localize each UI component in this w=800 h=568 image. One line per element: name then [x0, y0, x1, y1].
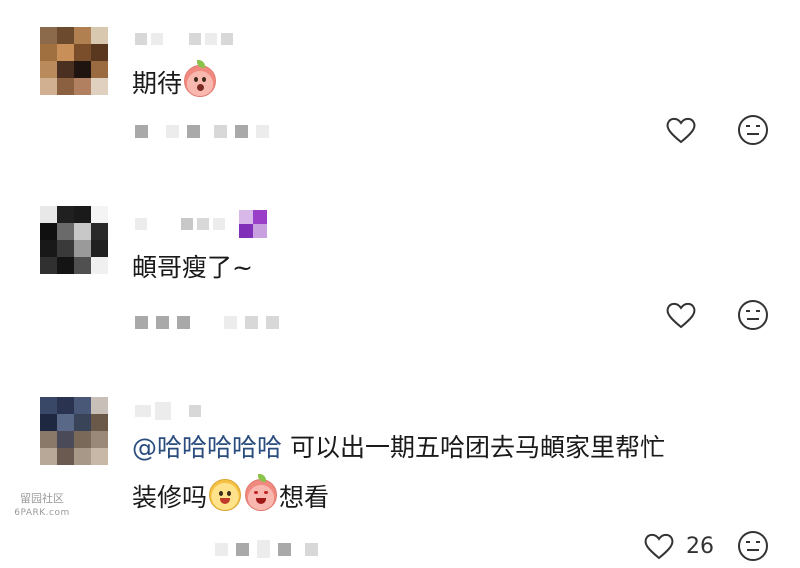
watermark: 留园社区 6PARK.com — [8, 492, 76, 520]
comment-actions: 26 — [642, 526, 770, 566]
comment-meta-pixelated — [135, 540, 318, 558]
comment-text-line2-a: 装修吗 — [132, 483, 208, 512]
yellow-monkey-emoji — [209, 479, 242, 511]
neutral-face-icon[interactable] — [736, 298, 770, 332]
comment-text: 期待 — [132, 60, 218, 104]
comment-text-content: 期待 — [132, 69, 183, 98]
badge-pixelated — [239, 210, 267, 238]
avatar[interactable] — [40, 27, 108, 95]
comment-meta-pixelated — [135, 122, 269, 140]
heart-outline-icon[interactable] — [664, 113, 698, 147]
heart-outline-icon[interactable] — [642, 529, 676, 563]
comment-actions — [664, 295, 770, 335]
comment-text: 装修吗 想看 — [132, 474, 330, 518]
heart-outline-icon[interactable] — [664, 298, 698, 332]
comment-text-line1: 可以出一期五哈团去马頔家里帮忙 — [282, 433, 665, 462]
comment-item: @哈哈哈哈哈 可以出一期五哈团去马頔家里帮忙 装修吗 想看 26 — [0, 370, 800, 568]
comment-text: 頔哥瘦了~ — [132, 248, 253, 288]
like-count: 26 — [686, 533, 714, 559]
comment-meta-pixelated — [135, 313, 279, 331]
username-pixelated[interactable] — [135, 210, 267, 238]
comment-text-line2-b: 想看 — [279, 483, 330, 512]
username-pixelated[interactable] — [135, 400, 201, 422]
comment-text-content: 頔哥瘦了~ — [132, 253, 253, 282]
neutral-face-icon[interactable] — [736, 529, 770, 563]
mention-link[interactable]: @哈哈哈哈哈 — [132, 433, 282, 462]
comment-text: @哈哈哈哈哈 可以出一期五哈团去马頔家里帮忙 — [132, 428, 665, 468]
avatar[interactable] — [40, 206, 108, 274]
comment-actions — [664, 110, 770, 150]
neutral-face-icon[interactable] — [736, 113, 770, 147]
username-pixelated[interactable] — [135, 28, 233, 50]
watermark-line1: 留园社区 — [20, 492, 64, 505]
avatar[interactable] — [40, 397, 108, 465]
comment-item: 期待 — [0, 0, 800, 170]
watermark-line2: 6PARK.com — [14, 508, 70, 518]
peach-crying-emoji — [245, 474, 278, 511]
peach-shocked-emoji — [184, 60, 217, 97]
comment-item: 頔哥瘦了~ — [0, 170, 800, 370]
